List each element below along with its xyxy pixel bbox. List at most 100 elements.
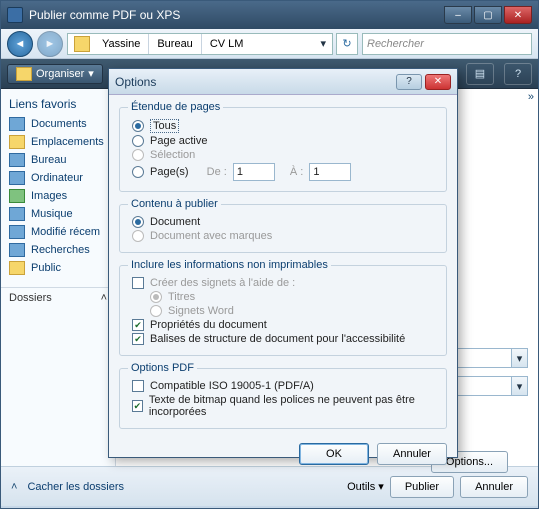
to-page-input[interactable]: 1 — [309, 163, 351, 181]
views-button[interactable]: ▤ — [466, 63, 494, 85]
chevron-right-icon[interactable]: » — [528, 91, 534, 103]
minimize-button[interactable]: – — [444, 6, 472, 24]
crumb-1[interactable]: Bureau — [149, 34, 201, 54]
radio-icon — [132, 216, 144, 228]
bookmarks-titles-option: Titres — [150, 291, 438, 303]
type-dropdown[interactable]: ▾ — [512, 376, 528, 396]
sidebar: Liens favoris Documents Emplacements Bur… — [1, 89, 116, 466]
radio-icon — [132, 120, 144, 132]
pdf-options-group: Options PDF Compatible ISO 19005-1 (PDF/… — [119, 362, 447, 429]
filename-dropdown[interactable]: ▾ — [512, 348, 528, 368]
public-icon — [9, 261, 25, 275]
sidebar-item-locations[interactable]: Emplacements — [1, 133, 115, 151]
checkbox-icon — [132, 380, 144, 392]
range-all-option[interactable]: Tous — [132, 119, 438, 133]
sidebar-header: Liens favoris — [1, 93, 115, 115]
back-button[interactable]: ◄ — [7, 31, 33, 57]
publish-content-legend: Contenu à publier — [128, 198, 221, 210]
radio-icon — [132, 230, 144, 242]
publish-button[interactable]: Publier — [390, 476, 454, 498]
sidebar-item-music[interactable]: Musique — [1, 205, 115, 223]
close-button[interactable]: ✕ — [504, 6, 532, 24]
range-pages-option[interactable]: Page(s) De : 1 À : 1 — [132, 163, 438, 181]
sidebar-item-recent[interactable]: Modifié récem — [1, 223, 115, 241]
dialog-close-button[interactable]: ✕ — [425, 74, 451, 90]
dialog-footer: OK Annuler — [109, 443, 457, 473]
recent-icon — [9, 225, 25, 239]
radio-icon — [150, 305, 162, 317]
desktop-icon — [9, 153, 25, 167]
sidebar-item-public[interactable]: Public — [1, 259, 115, 277]
sidebar-item-desktop[interactable]: Bureau — [1, 151, 115, 169]
sidebar-item-searches[interactable]: Recherches — [1, 241, 115, 259]
locations-icon — [9, 135, 25, 149]
page-range-group: Étendue de pages Tous Page active Sélect… — [119, 101, 447, 192]
images-icon — [9, 189, 25, 203]
dialog-help-button[interactable]: ? — [396, 74, 422, 90]
publish-document-option[interactable]: Document — [132, 216, 438, 228]
forward-button[interactable]: ► — [37, 31, 63, 57]
computer-icon — [9, 171, 25, 185]
maximize-button[interactable]: ▢ — [474, 6, 502, 24]
tools-button[interactable]: Outils ▾ — [347, 480, 384, 493]
nav-row: ◄ ► Yassine Bureau CV LM ▾ ↻ Rechercher — [1, 29, 538, 59]
checkbox-icon — [132, 277, 144, 289]
folder-icon — [16, 67, 32, 81]
checkbox-icon: ✔ — [132, 333, 144, 345]
sidebar-item-images[interactable]: Images — [1, 187, 115, 205]
radio-icon — [150, 291, 162, 303]
search-placeholder: Rechercher — [367, 38, 424, 50]
refresh-button[interactable]: ↻ — [336, 33, 358, 55]
doc-struct-check[interactable]: ✔ Balises de structure de document pour … — [132, 333, 438, 345]
app-icon — [7, 7, 23, 23]
radio-icon — [132, 149, 144, 161]
bookmarks-check[interactable]: Créer des signets à l'aide de : — [132, 277, 438, 289]
chevron-up-icon: ˄ — [101, 292, 107, 304]
sidebar-item-computer[interactable]: Ordinateur — [1, 169, 115, 187]
bookmarks-word-option: Signets Word — [150, 305, 438, 317]
publish-marks-option: Document avec marques — [132, 230, 438, 242]
page-range-legend: Étendue de pages — [128, 101, 223, 113]
folders-toggle[interactable]: Dossiers ˄ — [1, 287, 115, 308]
bitmap-text-check[interactable]: ✔ Texte de bitmap quand les polices ne p… — [132, 394, 438, 418]
organize-label: Organiser — [36, 68, 84, 80]
titlebar: Publier comme PDF ou XPS – ▢ ✕ — [1, 1, 538, 29]
range-selection-option: Sélection — [132, 149, 438, 161]
dialog-title: Options — [115, 75, 393, 89]
publish-content-group: Contenu à publier Document Document avec… — [119, 198, 447, 253]
radio-icon — [132, 135, 144, 147]
documents-icon — [9, 117, 25, 131]
help-button[interactable]: ? — [504, 63, 532, 85]
sidebar-item-documents[interactable]: Documents — [1, 115, 115, 133]
chevron-down-icon[interactable]: ▾ — [316, 37, 330, 50]
cancel-button[interactable]: Annuler — [460, 476, 528, 498]
music-icon — [9, 207, 25, 221]
options-dialog: Options ? ✕ Étendue de pages Tous Page a… — [108, 68, 458, 458]
dialog-titlebar: Options ? ✕ — [109, 69, 457, 95]
search-icon — [9, 243, 25, 257]
iso-check[interactable]: Compatible ISO 19005-1 (PDF/A) — [132, 380, 438, 392]
chevron-up-icon[interactable]: ˄ — [11, 481, 17, 493]
pdf-options-legend: Options PDF — [128, 362, 197, 374]
radio-icon — [132, 166, 144, 178]
crumb-2[interactable]: CV LM — [202, 34, 252, 54]
checkbox-icon: ✔ — [132, 400, 143, 412]
dialog-cancel-button[interactable]: Annuler — [377, 443, 447, 465]
nonprint-group: Inclure les informations non imprimables… — [119, 259, 447, 356]
ok-button[interactable]: OK — [299, 443, 369, 465]
chevron-down-icon: ▾ — [88, 67, 94, 80]
range-active-option[interactable]: Page active — [132, 135, 438, 147]
save-dialog-window: Publier comme PDF ou XPS – ▢ ✕ ◄ ► Yassi… — [0, 0, 539, 509]
from-page-input[interactable]: 1 — [233, 163, 275, 181]
crumb-0[interactable]: Yassine — [94, 34, 149, 54]
search-input[interactable]: Rechercher — [362, 33, 532, 55]
folder-icon — [74, 36, 90, 52]
breadcrumb[interactable]: Yassine Bureau CV LM ▾ — [67, 33, 333, 55]
window-title: Publier comme PDF ou XPS — [29, 8, 444, 22]
checkbox-icon: ✔ — [132, 319, 144, 331]
dialog-body: Étendue de pages Tous Page active Sélect… — [109, 95, 457, 443]
organize-button[interactable]: Organiser ▾ — [7, 64, 103, 84]
doc-props-check[interactable]: ✔ Propriétés du document — [132, 319, 438, 331]
nonprint-legend: Inclure les informations non imprimables — [128, 259, 331, 271]
hide-folders-link[interactable]: Cacher les dossiers — [27, 481, 124, 493]
